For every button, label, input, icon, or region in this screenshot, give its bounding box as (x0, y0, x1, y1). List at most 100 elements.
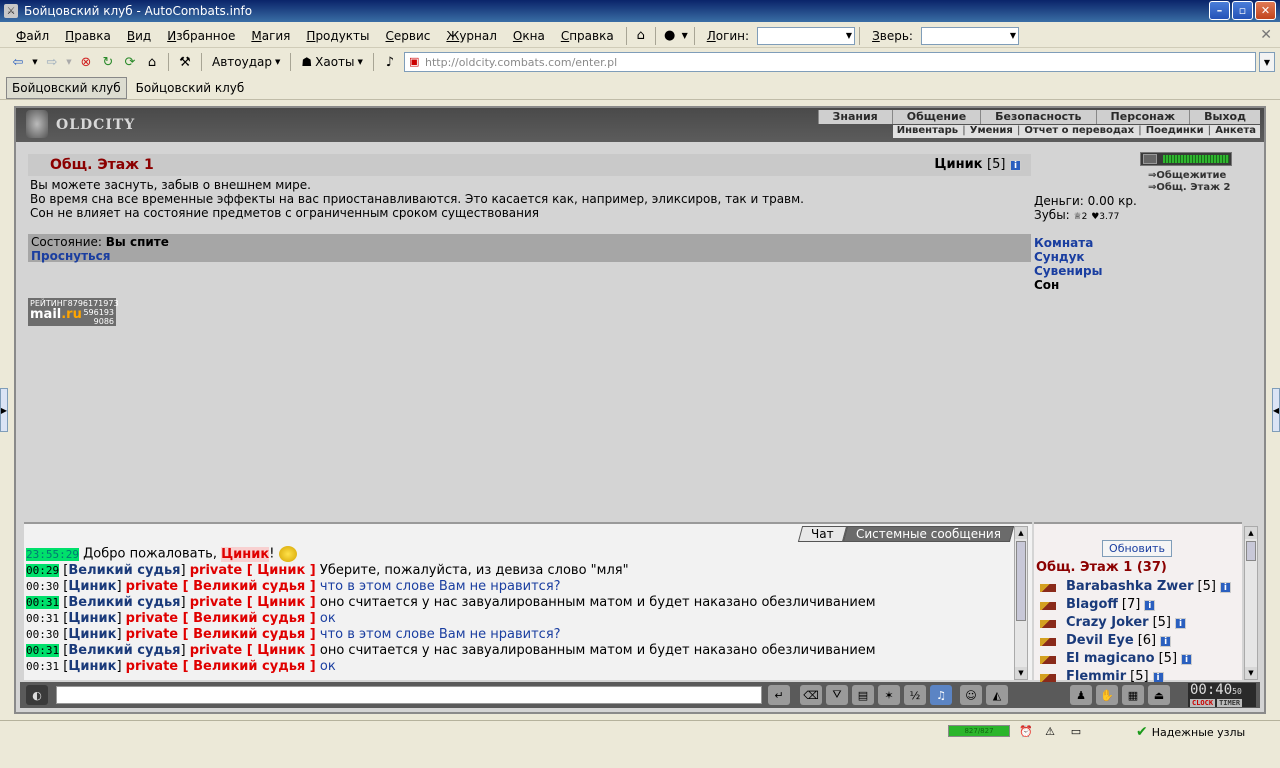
save-icon[interactable]: ▤ (852, 685, 874, 705)
address-dropdown[interactable]: ▼ (1259, 52, 1275, 72)
menu-favorites[interactable]: Избранное (159, 29, 243, 43)
chevron-down-icon[interactable]: ▼ (680, 26, 690, 46)
chat-sender[interactable]: Циник (68, 579, 116, 594)
menu-file[interactable]: Файл (8, 29, 57, 43)
fraction-icon[interactable]: ½ (904, 685, 926, 705)
filter-icon[interactable]: ⛛ (826, 685, 848, 705)
chat-sender[interactable]: Великий судья (68, 595, 180, 610)
private-tag[interactable]: private [ Великий судья ] (126, 579, 316, 594)
refresh-all-icon[interactable]: ⟳ (120, 52, 140, 72)
menu-service[interactable]: Сервис (378, 29, 439, 43)
users-scrollbar[interactable]: ▲ ▼ (1244, 526, 1258, 680)
user-name[interactable]: El magicano (1066, 650, 1155, 668)
menu-journal[interactable]: Журнал (438, 29, 505, 43)
scroll-down-icon[interactable]: ▼ (1015, 667, 1027, 679)
nav-inventory[interactable]: Инвентарь (893, 125, 962, 138)
warning-icon[interactable]: ⚠ (1042, 723, 1058, 739)
info-icon[interactable]: i (1144, 599, 1156, 611)
gift-icon[interactable]: ▦ (1122, 685, 1144, 705)
fighter-icon[interactable]: ✶ (878, 685, 900, 705)
refresh-icon[interactable]: ↻ (98, 52, 118, 72)
link-souvenirs[interactable]: Сувениры (1034, 264, 1103, 278)
chat-sender[interactable]: Циник (68, 659, 116, 674)
private-tag[interactable]: private [ Великий судья ] (126, 659, 316, 674)
sound-icon[interactable]: ♪ (380, 52, 400, 72)
user-list-item[interactable]: Crazy Joker [5] i (1038, 614, 1231, 632)
clock-button[interactable]: CLOCK (1190, 699, 1216, 707)
scroll-up-icon[interactable]: ▲ (1245, 527, 1257, 539)
nav-transfers[interactable]: Отчет о переводах (1020, 125, 1138, 138)
nav-fights[interactable]: Поединки (1142, 125, 1208, 138)
private-tag[interactable]: private [ Великий судья ] (126, 611, 316, 626)
chat-sender[interactable]: Циник (68, 627, 116, 642)
user-name[interactable]: Crazy Joker (1066, 614, 1149, 632)
loc-floor-2[interactable]: ⇒Общ. Этаж 2 (1148, 182, 1230, 194)
scroll-down-icon[interactable]: ▼ (1245, 667, 1257, 679)
info-icon[interactable]: i (1219, 581, 1231, 593)
wake-up-link[interactable]: Проснуться (31, 249, 1028, 263)
back-icon[interactable]: ⇦ (8, 52, 28, 72)
castle-icon[interactable]: ⌂ (631, 26, 651, 46)
hands-icon[interactable]: ✋ (1096, 685, 1118, 705)
maximize-button[interactable]: ▫ (1232, 1, 1253, 20)
exit-icon[interactable]: ⏏ (1148, 685, 1170, 705)
nav-communication[interactable]: Общение (891, 110, 980, 124)
menu-view[interactable]: Вид (119, 29, 159, 43)
right-panel-handle[interactable]: ◀ (1272, 388, 1280, 432)
close-button[interactable]: ✕ (1255, 1, 1276, 20)
loc-dormitory[interactable]: ⇒Общежитие (1148, 170, 1230, 182)
enter-icon[interactable]: ↵ (768, 685, 790, 705)
tab-system-messages[interactable]: Системные сообщения (842, 526, 1015, 542)
tab-fight-club-2[interactable]: Бойцовский клуб (131, 78, 250, 98)
nav-security[interactable]: Безопасность (980, 110, 1095, 124)
tab-fight-club-1[interactable]: Бойцовский клуб (6, 76, 127, 99)
chevron-down-icon[interactable]: ▼ (30, 52, 40, 72)
info-icon[interactable]: i (1152, 671, 1164, 683)
nav-character[interactable]: Персонаж (1095, 110, 1190, 124)
chat-sender[interactable]: Великий судья (68, 643, 180, 658)
player-name[interactable]: Циник (934, 157, 982, 172)
info-icon[interactable]: i (1010, 160, 1021, 171)
user-name[interactable]: Devil Eye (1066, 632, 1134, 650)
nav-skills[interactable]: Умения (966, 125, 1017, 138)
refresh-button[interactable]: Обновить (1102, 540, 1172, 557)
user-list-item[interactable]: Barabashka Zwer [5] i (1038, 578, 1231, 596)
chevron-down-icon[interactable]: ▼ (64, 52, 74, 72)
info-icon[interactable]: i (1160, 635, 1172, 647)
menu-edit[interactable]: Правка (57, 29, 119, 43)
smile-icon[interactable]: ☺ (960, 685, 982, 705)
nav-profile[interactable]: Анкета (1211, 125, 1260, 138)
music-icon[interactable]: ♫ (930, 685, 952, 705)
chaos-button[interactable]: ☗ Хаоты ▼ (297, 55, 367, 69)
menu-help[interactable]: Справка (553, 29, 622, 43)
mailru-counter[interactable]: РЕЙТИНГ8796171973 mail.ru 596193 9086 (28, 298, 119, 326)
eraser-icon[interactable]: ⌫ (800, 685, 822, 705)
beast-select[interactable]: ▼ (920, 26, 1019, 45)
alarm-icon[interactable]: ⏰ (1018, 723, 1034, 739)
stop-icon[interactable]: ⊗ (76, 52, 96, 72)
bag-icon[interactable]: ♟ (1070, 685, 1092, 705)
forward-icon[interactable]: ⇨ (42, 52, 62, 72)
close-menu-icon[interactable]: ✕ (1260, 27, 1272, 43)
left-panel-handle[interactable]: ▶ (0, 388, 8, 432)
private-tag[interactable]: private [ Циник ] (190, 563, 316, 578)
chat-sender[interactable]: Циник (68, 611, 116, 626)
tools-icon[interactable]: ⚒ (175, 52, 195, 72)
chat-sender[interactable]: Великий судья (68, 563, 180, 578)
timer-button[interactable]: TIMER (1217, 699, 1243, 707)
chat-mode-icon[interactable]: ◐ (26, 685, 48, 705)
user-name[interactable]: Blagoff (1066, 596, 1118, 614)
user-name[interactable]: Barabashka Zwer (1066, 578, 1194, 596)
nav-exit[interactable]: Выход (1189, 110, 1260, 124)
welcome-name[interactable]: Циник (221, 546, 270, 562)
login-select[interactable]: ▼ (757, 26, 856, 45)
nav-knowledge[interactable]: Знания (817, 110, 892, 124)
link-chest[interactable]: Сундук (1034, 250, 1103, 264)
user-list-item[interactable]: Devil Eye [6] i (1038, 632, 1231, 650)
link-room[interactable]: Комната (1034, 236, 1103, 250)
private-tag[interactable]: private [ Циник ] (190, 595, 316, 610)
autostrike-button[interactable]: Автоудар ▼ (208, 55, 284, 69)
home-icon[interactable]: ⌂ (142, 52, 162, 72)
private-tag[interactable]: private [ Циник ] (190, 643, 316, 658)
info-icon[interactable]: i (1181, 653, 1193, 665)
